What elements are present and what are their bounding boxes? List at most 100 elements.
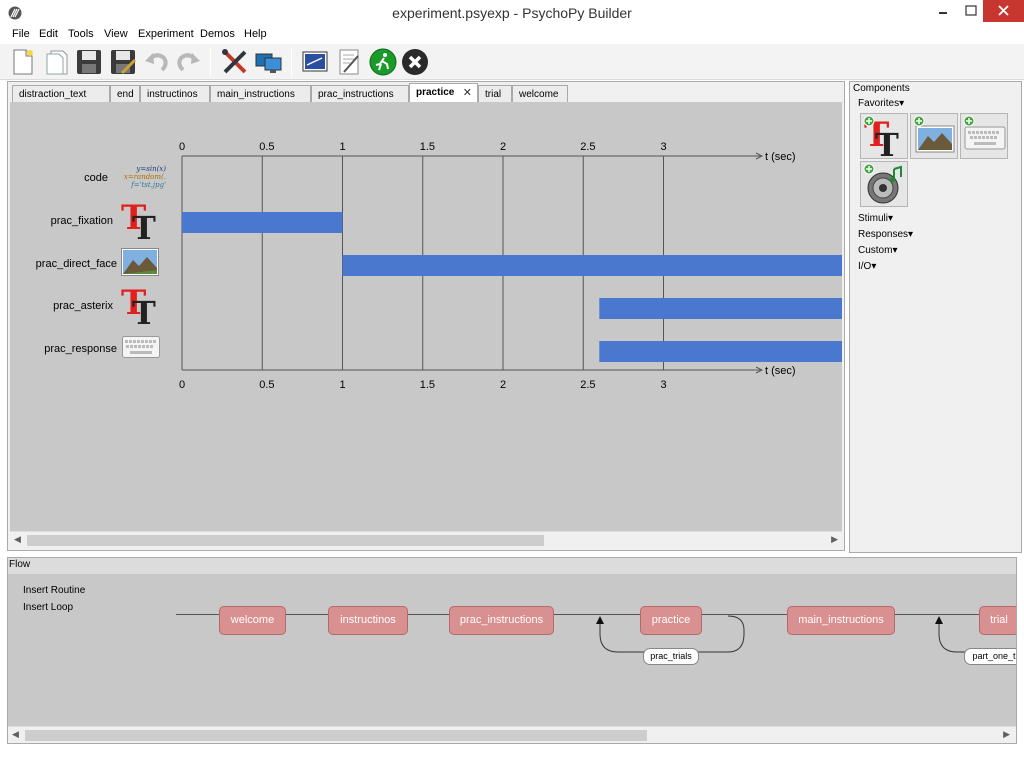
component-bar [599,298,842,319]
category-stimuli[interactable]: Stimuli▾ [858,213,893,224]
tab-label: prac_instructions [318,89,394,100]
sound-component-icon [863,163,902,204]
flow-canvas[interactable]: Insert Routine Insert Loop welcome instr… [8,574,1016,726]
new-file-icon [13,49,33,75]
tab-instructinos[interactable]: instructinos [140,85,210,102]
flow-loop-part-one[interactable]: part_one_t [964,648,1016,665]
tab-label: welcome [519,89,559,100]
new-button[interactable] [8,47,38,77]
flow-routine-trial[interactable]: trial [979,606,1016,635]
category-responses[interactable]: Responses▾ [858,229,913,240]
tab-label: distraction_text [19,89,87,100]
component-label-code[interactable]: code [10,172,108,184]
component-bar [182,212,343,233]
tab-main-instructions[interactable]: main_instructions [210,85,311,102]
flow-routine-instructinos[interactable]: instructinos [328,606,408,635]
favorite-keyboard-component[interactable] [960,113,1008,159]
code-snippet-line: x=random(. [123,173,166,181]
tab-close-icon[interactable]: ✕ [463,86,472,99]
tab-distraction-text[interactable]: distraction_text [12,85,110,102]
save-icon [77,50,101,74]
routine-horizontal-scrollbar[interactable]: ◀ ▶ [10,531,842,548]
text-component-icon[interactable]: T T [120,199,162,241]
favorite-image-component[interactable] [910,113,958,159]
menu-tools[interactable]: Tools [68,28,94,40]
keyboard-component-icon[interactable] [122,336,160,358]
tab-end[interactable]: end [110,85,140,102]
category-io[interactable]: I/O▾ [858,261,876,272]
flow-routine-welcome[interactable]: welcome [219,606,286,635]
favorite-text-component[interactable]: T T [860,113,908,164]
tab-practice[interactable]: practice ✕ [409,83,478,102]
routine-timeline-canvas[interactable]: 0 0 0.5 0.5 1 1 1.5 1.5 2 2 2.5 2.5 3 3 t (sec) t (sec)… [10,102,842,548]
minimize-button[interactable] [930,0,956,22]
timeline-tick-label: 0.5 [259,379,274,391]
text-component-icon[interactable]: T T [120,284,162,326]
menu-edit[interactable]: Edit [39,28,58,40]
category-favorites[interactable]: Favorites▾ [858,98,904,109]
routine-panel: distraction_text end instructinos main_i… [7,81,845,551]
run-button[interactable] [368,47,398,77]
timeline-tick-label: 2.5 [580,141,595,153]
tab-trial[interactable]: trial [478,85,512,102]
category-custom[interactable]: Custom▾ [858,245,897,256]
open-button[interactable] [42,47,72,77]
scroll-left-icon[interactable]: ◀ [14,534,21,545]
components-panel-title: Components [853,83,910,94]
maximize-icon [965,5,977,16]
close-window-button[interactable] [983,0,1024,22]
flow-loop-prac-trials[interactable]: prac_trials [643,648,699,665]
tab-label: trial [485,89,502,100]
tab-prac-instructions[interactable]: prac_instructions [311,85,409,102]
compile-script-icon [339,49,359,75]
component-label-prac-asterix[interactable]: prac_asterix [13,300,113,312]
menu-view[interactable]: View [104,28,128,40]
favorite-sound-component[interactable] [860,161,908,207]
components-panel: Components Favorites▾ T T Stimuli▾ Respo… [849,81,1022,553]
component-label-prac-direct-face[interactable]: prac_direct_face [17,258,117,270]
stop-icon [402,49,428,75]
menu-demos[interactable]: Demos [200,28,235,40]
menu-experiment[interactable]: Experiment [138,28,194,40]
stop-button[interactable] [400,47,430,77]
close-icon [998,5,1009,16]
monitor-center-button[interactable] [253,47,283,77]
scrollbar-thumb[interactable] [27,535,544,546]
experiment-settings-button[interactable] [300,47,330,77]
undo-icon [145,53,168,72]
tab-label: instructinos [147,89,198,100]
component-label-prac-response[interactable]: prac_response [17,343,117,355]
flow-routine-practice[interactable]: practice [640,606,702,635]
timeline-tick-label: 1 [340,379,346,391]
save-button[interactable] [74,47,104,77]
scroll-left-icon[interactable]: ◀ [12,729,19,740]
component-label-prac-fixation[interactable]: prac_fixation [13,215,113,227]
flow-routine-main-instructions[interactable]: main_instructions [787,606,895,635]
tab-welcome[interactable]: welcome [512,85,568,102]
code-snippet-line: y=sin(x) [136,165,166,173]
preferences-icon [222,49,247,74]
timeline-axis-label: t (sec) [765,151,796,163]
scrollbar-thumb[interactable] [25,730,647,741]
timeline-tick-label: 0.5 [259,141,274,153]
redo-button[interactable] [174,47,204,77]
tab-label: end [117,89,134,100]
svg-text:T: T [875,126,899,160]
flow-routine-prac-instructions[interactable]: prac_instructions [449,606,554,635]
maximize-button[interactable] [958,0,984,22]
undo-button[interactable] [141,47,171,77]
timeline-tick-label: 0 [179,141,185,153]
timeline-tick-label: 1 [340,141,346,153]
scroll-right-icon[interactable]: ▶ [1003,729,1010,740]
compile-script-button[interactable] [334,47,364,77]
code-icon[interactable]: y=sin(x) x=random(. f='tst.jpg' [114,165,166,189]
menu-help[interactable]: Help [244,28,267,40]
preferences-button[interactable] [220,47,250,77]
flow-horizontal-scrollbar[interactable]: ◀ ▶ [8,726,1016,743]
scroll-right-icon[interactable]: ▶ [831,534,838,545]
image-component-icon[interactable] [121,248,159,276]
timeline-tick-label: 3 [661,141,667,153]
loop-arrows [596,615,1016,653]
save-as-button[interactable] [108,47,138,77]
menu-file[interactable]: File [12,28,30,40]
